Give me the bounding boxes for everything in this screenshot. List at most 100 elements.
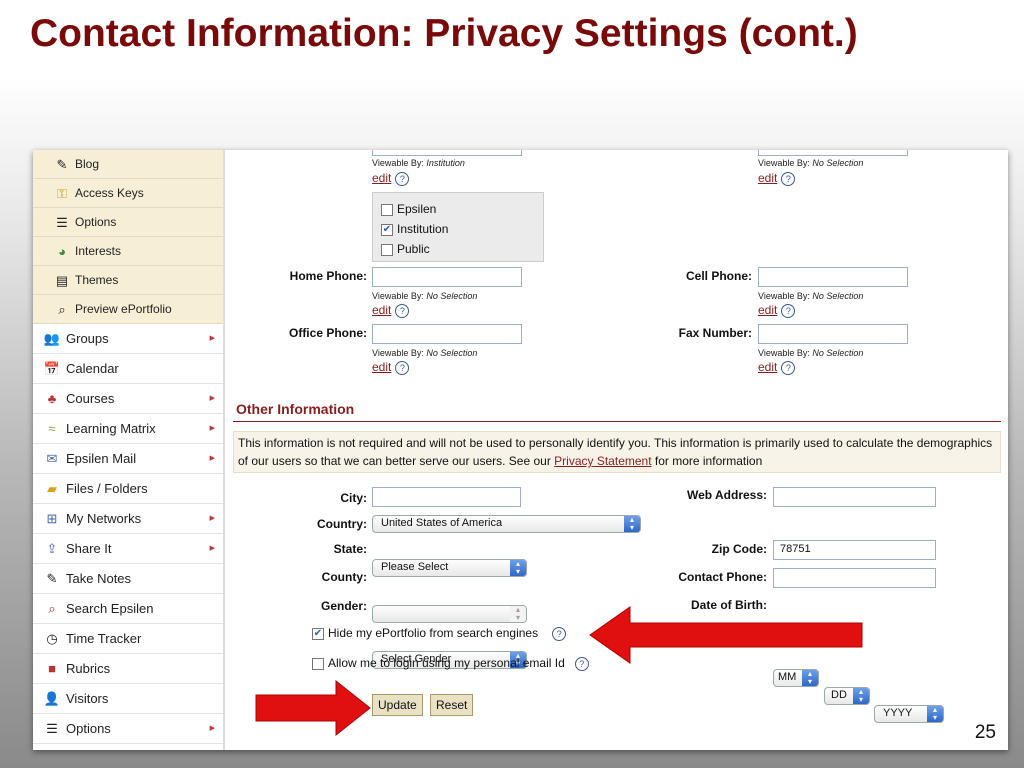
preview-icon: ⌕ [58,301,66,317]
edit-group: edit? [372,303,410,318]
country-label: Country: [317,517,367,531]
office-phone-input[interactable] [372,324,522,344]
visibility-option-public[interactable]: Public [381,242,430,256]
update-button[interactable]: Update [372,694,423,716]
sidebar-item-label: Share It [66,541,112,556]
sidebar-item-epsilen-mail[interactable]: ✉ Epsilen Mail ▶ [33,444,223,474]
help-icon[interactable]: ? [574,656,589,671]
checkbox-checked[interactable]: ✔ [312,627,324,640]
sidebar-item-label: Themes [75,273,119,287]
privacy-notice: This information is not required and wil… [233,431,1001,473]
sidebar-item-files-folders[interactable]: ▰ Files / Folders [33,474,223,504]
fax-number-input[interactable] [758,324,908,344]
sidebar-item-my-networks[interactable]: ⊞ My Networks ▶ [33,504,223,534]
help-icon[interactable]: ? [395,303,410,318]
visibility-option-epsilen[interactable]: Epsilen [381,202,436,216]
sidebar-item-interests[interactable]: ◕ Interests [33,237,223,266]
help-icon[interactable]: ? [395,171,410,186]
reset-button[interactable]: Reset [430,694,474,716]
clock-icon: ◷ [46,631,58,646]
sidebar-submenu: ✎ Blog ⚿ Access Keys ☰ Options ◕ Interes… [33,150,223,324]
edit-link[interactable]: edit [758,303,777,317]
web-address-input[interactable] [773,487,936,507]
sidebar-item-access-keys[interactable]: ⚿ Access Keys [33,179,223,208]
sidebar-item-label: Files / Folders [66,481,148,496]
home-phone-input[interactable] [372,267,522,287]
edit-link[interactable]: edit [372,303,391,317]
folder-icon: ▰ [47,481,57,496]
sidebar-item-options-main[interactable]: ☰ Options ▶ [33,714,223,744]
edit-link[interactable]: edit [372,360,391,374]
sidebar-item-courses[interactable]: ♣ Courses ▶ [33,384,223,414]
country-select[interactable]: United States of America ▴ ▾ [372,515,641,533]
allow-email-login-option[interactable]: Allow me to login using my personal emai… [312,656,589,671]
viewable-by-text: Viewable By: No Selection [372,291,478,301]
annotation-arrow-right-icon [255,679,371,737]
sidebar-item-label: Epsilen Mail [66,451,137,466]
edit-link[interactable]: edit [758,171,777,185]
visibility-option-institution[interactable]: ✔ Institution [381,222,448,236]
sidebar-item-groups[interactable]: 👥 Groups ▶ [33,324,223,354]
privacy-statement-link[interactable]: Privacy Statement [554,454,651,468]
sidebar-item-search-epsilen[interactable]: ⌕ Search Epsilen [33,594,223,624]
sidebar-item-calendar[interactable]: 📅 Calendar [33,354,223,384]
select-stepper-icon: ▴ ▾ [510,606,526,622]
sidebar-item-preview-eportfolio[interactable]: ⌕ Preview ePortfolio [33,295,223,324]
edit-group: edit? [758,303,796,318]
sidebar-item-label: Options [66,721,111,736]
help-icon[interactable]: ? [781,303,796,318]
cell-phone-input[interactable] [758,267,908,287]
checkbox-unchecked[interactable] [381,243,393,256]
sidebar-item-share-it[interactable]: ⇪ Share It ▶ [33,534,223,564]
submenu-arrow-icon: ▶ [209,455,215,462]
sidebar-item-label: Courses [66,391,115,406]
checkbox-unchecked[interactable] [312,657,324,670]
state-label: State: [333,542,367,556]
submenu-arrow-icon: ▶ [209,335,215,342]
contact-phone-input[interactable] [773,568,936,588]
hide-eportfolio-option[interactable]: ✔ Hide my ePortfolio from search engines? [312,626,567,641]
help-icon[interactable]: ? [395,360,410,375]
viewable-by-text: Viewable By: No Selection [758,291,864,301]
city-input[interactable] [372,487,521,507]
networks-icon: ⊞ [46,511,58,526]
sidebar-item-blog[interactable]: ✎ Blog [33,150,223,179]
sidebar-item-take-notes[interactable]: ✎ Take Notes [33,564,223,594]
edit-link[interactable]: edit [372,171,391,185]
county-select[interactable]: ▴ ▾ [372,605,527,623]
top-left-input[interactable] [372,150,522,156]
sidebar-item-time-tracker[interactable]: ◷ Time Tracker [33,624,223,654]
options-icon: ☰ [46,721,58,736]
sidebar-item-options[interactable]: ☰ Options [33,208,223,237]
visibility-options-box: Epsilen ✔ Institution Public [372,192,544,262]
sidebar-item-rubrics[interactable]: ■ Rubrics [33,654,223,684]
sidebar-item-visitors[interactable]: 👤 Visitors [33,684,223,714]
help-icon[interactable]: ? [781,360,796,375]
web-address-label: Web Address: [686,488,767,502]
viewable-by-text: Viewable By: No Selection [758,348,864,358]
birth-year-select[interactable]: YYYY ▴ ▾ [874,705,944,723]
state-select[interactable]: Please Select ▴ ▾ [372,559,527,577]
sidebar-item-learning-matrix[interactable]: ≈ Learning Matrix ▶ [33,414,223,444]
slide-number: 25 [974,722,996,743]
select-stepper-icon: ▴ ▾ [927,706,943,722]
sidebar-item-label: Rubrics [66,661,111,676]
edit-link[interactable]: edit [758,360,777,374]
groups-icon: 👥 [43,331,61,346]
help-icon[interactable]: ? [781,171,796,186]
help-icon[interactable]: ? [552,626,567,641]
sidebar-item-label: Interests [75,244,122,258]
sidebar-item-themes[interactable]: ▤ Themes [33,266,223,295]
edit-group: edit? [372,171,410,186]
sidebar-item-label: Access Keys [75,186,144,200]
birth-month-select[interactable]: MM ▴ ▾ [773,669,819,687]
top-right-input[interactable] [758,150,908,156]
checkbox-unchecked[interactable] [381,203,393,216]
checkbox-checked[interactable]: ✔ [381,223,393,236]
viewable-by-text: Viewable By: No Selection [372,348,478,358]
birth-day-select[interactable]: DD ▴ ▾ [824,687,870,705]
select-stepper-icon: ▴ ▾ [853,688,869,704]
fax-number-label: Fax Number: [678,326,752,340]
zip-code-input[interactable]: 78751 [773,540,936,560]
submenu-arrow-icon: ▶ [209,545,215,552]
